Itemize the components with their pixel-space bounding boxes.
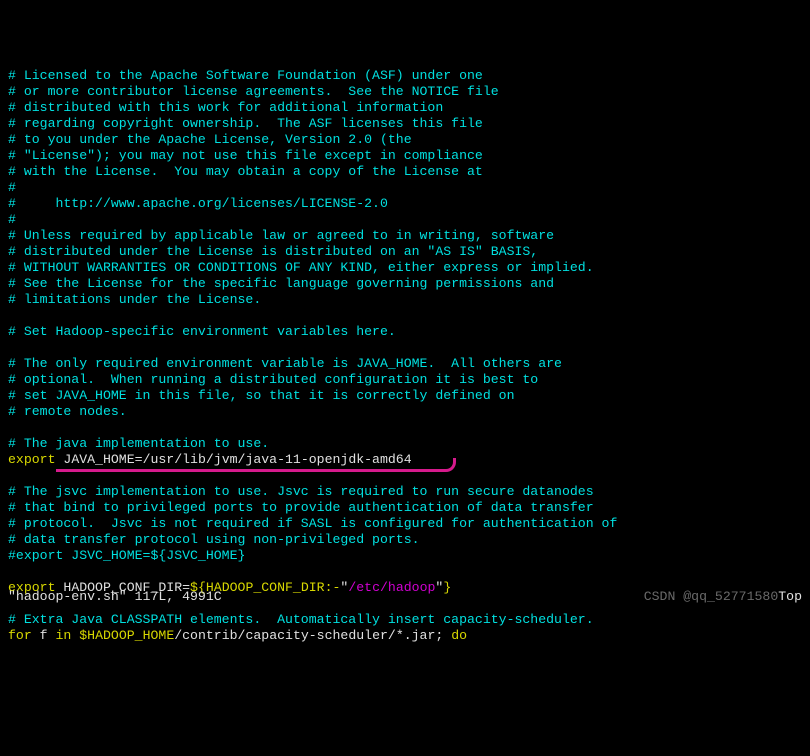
var-f: f — [40, 628, 48, 643]
comment-line: #export JSVC_HOME=${JSVC_HOME} — [8, 548, 245, 563]
comment-line: # regarding copyright ownership. The ASF… — [8, 116, 483, 131]
watermark-text: CSDN @qq_52771580 — [644, 589, 779, 604]
comment-line: # Set Hadoop-specific environment variab… — [8, 324, 396, 339]
export-java-home-line: export JAVA_HOME=/usr/lib/jvm/java-11-op… — [8, 452, 412, 467]
comment-line: # limitations under the License. — [8, 292, 261, 307]
status-file-info: "hadoop-env.sh" 117L, 4991C — [8, 589, 222, 605]
comment-line: # The jsvc implementation to use. Jsvc i… — [8, 484, 594, 499]
java-home-path: /usr/lib/jvm/java-11-openjdk-amd64 — [143, 452, 412, 467]
comment-line: # distributed with this work for additio… — [8, 100, 443, 115]
vim-status-line: "hadoop-env.sh" 117L, 4991C CSDN @qq_527… — [8, 589, 802, 605]
glob-path: /contrib/capacity-scheduler/*.jar; — [174, 628, 443, 643]
equals-sign: = — [135, 452, 143, 467]
keyword-do: do — [451, 628, 467, 643]
for-loop-line: for f in $HADOOP_HOME/contrib/capacity-s… — [8, 628, 467, 643]
comment-line: # Licensed to the Apache Software Founda… — [8, 68, 483, 83]
keyword-in: in — [56, 628, 72, 643]
comment-line: # to you under the Apache License, Versi… — [8, 132, 412, 147]
comment-line: # optional. When running a distributed c… — [8, 372, 538, 387]
comment-line: # remote nodes. — [8, 404, 127, 419]
status-right-group: CSDN @qq_52771580Top — [644, 589, 802, 605]
comment-line: # set JAVA_HOME in this file, so that it… — [8, 388, 514, 403]
comment-line: # WITHOUT WARRANTIES OR CONDITIONS OF AN… — [8, 260, 594, 275]
comment-line: # — [8, 212, 16, 227]
status-position: Top — [778, 589, 802, 604]
interp-hadoop-home: $HADOOP_HOME — [79, 628, 174, 643]
comment-line: # — [8, 180, 16, 195]
keyword-for: for — [8, 628, 32, 643]
comment-line: # "License"); you may not use this file … — [8, 148, 483, 163]
comment-line: # protocol. Jsvc is not required if SASL… — [8, 516, 617, 531]
comment-line: # Unless required by applicable law or a… — [8, 228, 554, 243]
comment-line: # The only required environment variable… — [8, 356, 562, 371]
comment-line: # that bind to privileged ports to provi… — [8, 500, 594, 515]
terminal-editor-content[interactable]: # Licensed to the Apache Software Founda… — [8, 68, 802, 644]
comment-line: # The java implementation to use. — [8, 436, 269, 451]
comment-line: # with the License. You may obtain a cop… — [8, 164, 483, 179]
var-java-home: JAVA_HOME — [63, 452, 134, 467]
keyword-export: export — [8, 452, 55, 467]
comment-line: # See the License for the specific langu… — [8, 276, 554, 291]
comment-line: # distributed under the License is distr… — [8, 244, 538, 259]
comment-line: # data transfer protocol using non-privi… — [8, 532, 420, 547]
comment-line: # or more contributor license agreements… — [8, 84, 499, 99]
comment-line: # http://www.apache.org/licenses/LICENSE… — [8, 196, 388, 211]
comment-line: # Extra Java CLASSPATH elements. Automat… — [8, 612, 594, 627]
